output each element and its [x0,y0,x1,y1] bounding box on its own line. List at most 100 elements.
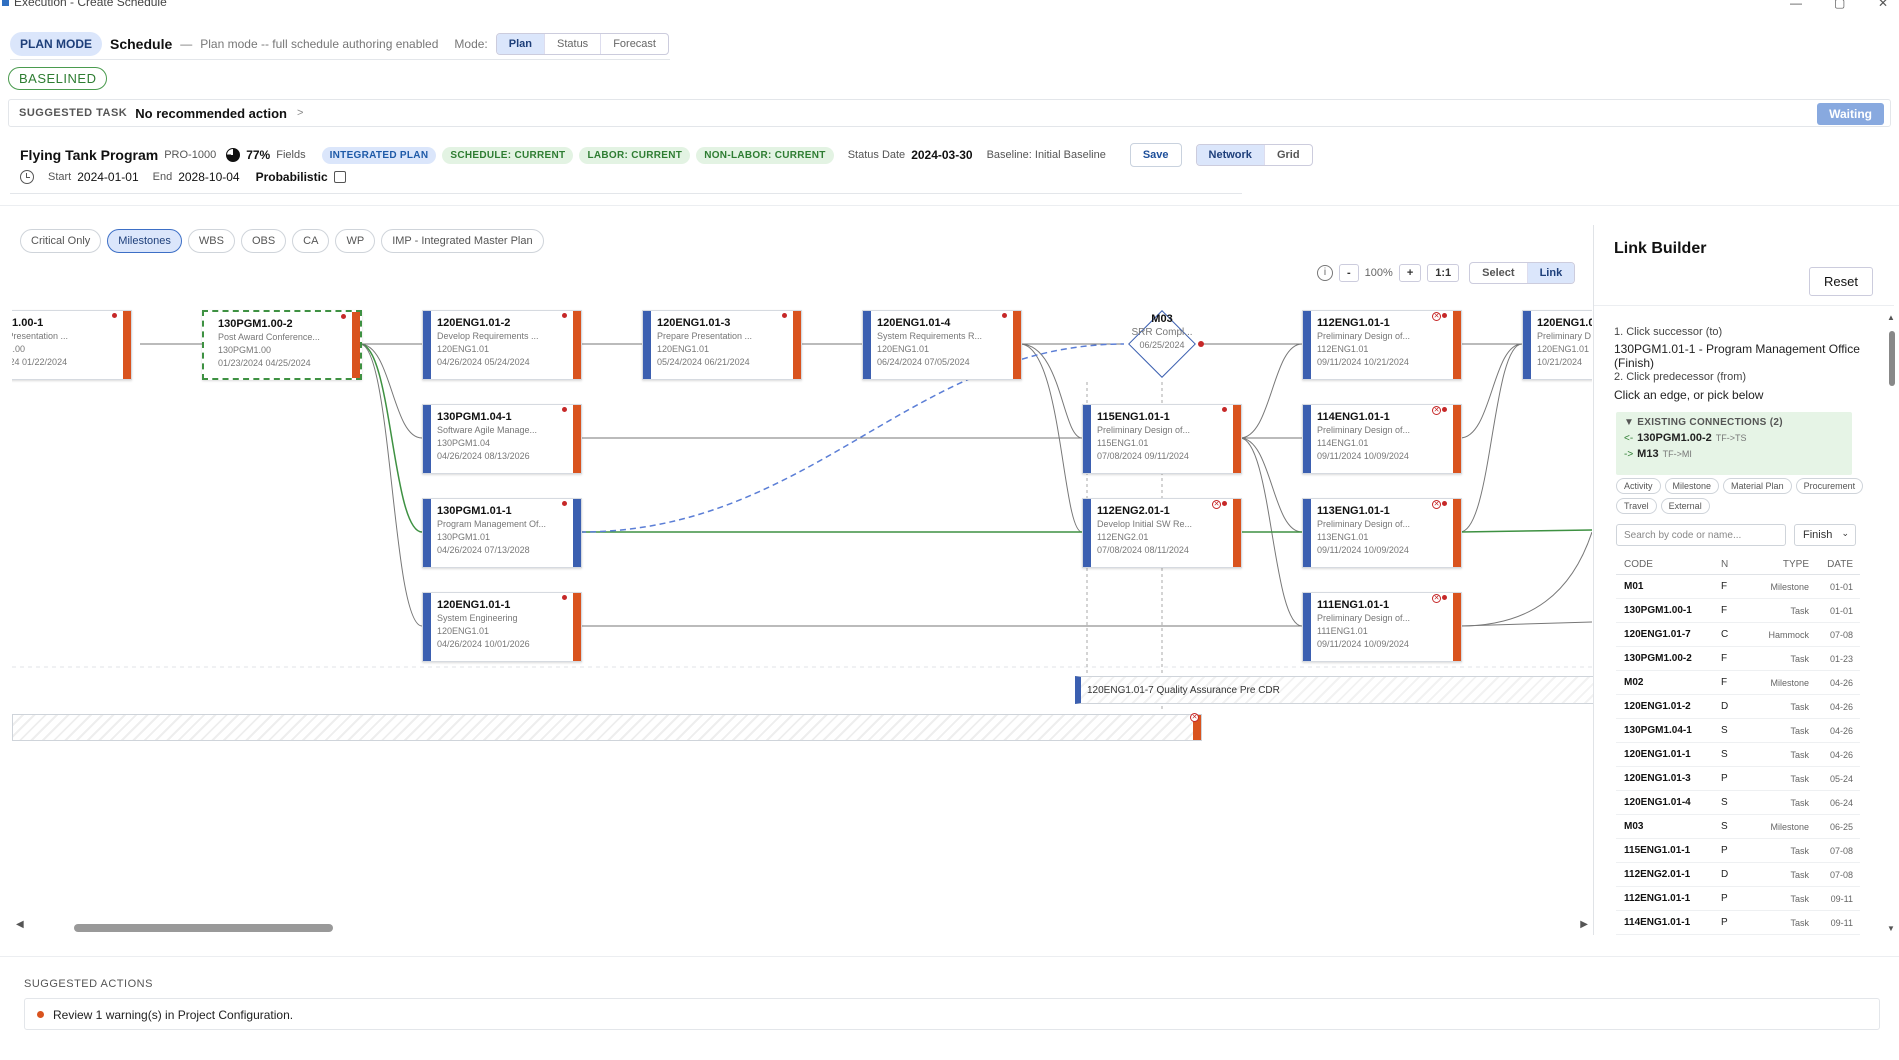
chip-milestone[interactable]: Milestone [1664,478,1720,494]
scroll-up-icon[interactable]: ▲ [1887,313,1895,322]
chip-procurement[interactable]: Procurement [1795,478,1864,494]
zoom-in-button[interactable]: + [1398,264,1422,282]
table-row[interactable]: 120ENG1.01-3 P Task 05-24 [1616,767,1860,791]
activity-node[interactable]: 130PGM1.01-1 Program Management Of... 130P… [422,498,582,568]
activity-node[interactable]: 120ENG1.01-3 Prepare Presentation ... 120E… [642,310,802,380]
activity-node[interactable]: ✕ 111ENG1.01-1 Preliminary Design of... 111… [1302,592,1462,662]
scrollbar-thumb[interactable] [74,924,333,932]
probabilistic-checkbox[interactable] [333,171,346,183]
activity-node[interactable]: ✕ 113ENG1.01-1 Preliminary Design of... 113… [1302,498,1462,568]
table-row[interactable]: 130PGM1.00-1 F Task 01-01 [1616,599,1860,623]
edge[interactable] [1019,343,1083,439]
suggested-action-item[interactable]: Review 1 warning(s) in Project Configura… [24,998,1880,1030]
zoom-out-button[interactable]: - [1339,264,1359,282]
save-button[interactable]: Save [1129,143,1182,167]
table-row[interactable]: 112ENG1.01-1 P Task 09-11 [1616,887,1860,911]
network-view-button[interactable]: Network [1196,145,1264,165]
filter-obs[interactable]: OBS [240,229,287,253]
activity-node[interactable]: PGM1.00-1 pare Presentation ... PGM1.00 01/… [12,310,132,380]
filter-ca[interactable]: CA [292,229,330,253]
filter-wbs[interactable]: WBS [187,229,235,253]
table-row[interactable]: 112ENG2.01-1 D Task 07-08 [1616,863,1860,887]
col-date[interactable]: DATE [1809,559,1859,570]
activity-node[interactable]: 115ENG1.01-1 Preliminary Design of... 115E… [1082,404,1242,474]
chip-travel[interactable]: Travel [1616,498,1657,514]
edge[interactable] [1459,621,1592,627]
edge[interactable] [359,343,423,627]
link-type-select[interactable]: Finish ⌄ [1794,524,1856,546]
hammock-span-bar[interactable]: ✕ [12,713,1202,741]
scroll-right-icon[interactable]: ▶ [1580,919,1588,930]
table-row[interactable]: M02 F Milestone 04-26 [1616,671,1860,695]
col-type[interactable]: TYPE [1751,559,1809,570]
existing-connections[interactable]: ▼ EXISTING CONNECTIONS (2) <- 130PGM1.00-… [1616,412,1852,475]
select-tool-button[interactable]: Select [1470,263,1526,283]
labor-status-badge[interactable]: LABOR: CURRENT [579,146,691,164]
milestone-node[interactable]: M03 SRR Compl... 06/25/2024 [1124,308,1204,380]
close-window-icon[interactable]: ✕ [1878,0,1888,10]
table-row[interactable]: 130PGM1.04-1 S Task 04-26 [1616,719,1860,743]
nonlabor-status-badge[interactable]: NON-LABOR: CURRENT [696,146,834,164]
filter-milestones[interactable]: Milestones [107,229,182,253]
filter-wp[interactable]: WP [335,229,376,253]
activity-node[interactable]: 120ENG1.01-1 System Engineering 120ENG1.01… [422,592,582,662]
mode-plan-button[interactable]: Plan [496,34,544,54]
scroll-left-icon[interactable]: ◀ [16,919,24,930]
horizontal-scrollbar[interactable]: ◀ ▶ [12,919,1592,934]
info-icon[interactable]: i [1317,265,1333,281]
grid-view-button[interactable]: Grid [1263,145,1312,165]
edge[interactable] [1459,343,1523,533]
connection-row[interactable]: <- 130PGM1.00-2 TF->TS [1624,432,1844,444]
table-row[interactable]: 130PGM1.00-2 F Task 01-23 [1616,647,1860,671]
search-input[interactable]: Search by code or name... [1616,524,1786,546]
activity-node[interactable]: 120ENG1.01-2 Develop Requirements ... 120E… [422,310,582,380]
table-row[interactable]: 120ENG1.01-4 S Task 06-24 [1616,791,1860,815]
filter-critical-only[interactable]: Critical Only [20,229,102,253]
filter-imp[interactable]: IMP - Integrated Master Plan [381,229,544,253]
mode-status-button[interactable]: Status [544,34,600,54]
chip-activity[interactable]: Activity [1616,478,1661,494]
edge-selected[interactable] [1459,529,1592,533]
edge[interactable] [359,343,423,439]
activity-node[interactable]: ✕ 114ENG1.01-1 Preliminary Design of... 114… [1302,404,1462,474]
link-tool-button[interactable]: Link [1526,263,1575,283]
edge[interactable] [1459,531,1592,627]
schedule-status-badge[interactable]: SCHEDULE: CURRENT [442,146,574,164]
activity-node[interactable]: ✕ 112ENG1.01-1 Preliminary Design of... 112… [1302,310,1462,380]
col-code[interactable]: CODE [1616,559,1721,570]
scrollbar-thumb[interactable] [1889,331,1895,386]
activity-node-selected[interactable]: 130PGM1.00-2 Post Award Conference... 130P… [202,310,362,380]
edge-selected[interactable] [359,343,423,533]
table-row[interactable]: M03 S Milestone 06-25 [1616,815,1860,839]
table-row[interactable]: M01 F Milestone 01-01 [1616,575,1860,599]
table-row[interactable]: 115ENG1.01-1 P Task 07-08 [1616,839,1860,863]
scroll-down-icon[interactable]: ▼ [1887,924,1895,933]
edge[interactable] [1459,343,1523,439]
mode-forecast-button[interactable]: Forecast [600,34,668,54]
activity-node[interactable]: 120ENG1.01-4 System Requirements R... 120E… [862,310,1022,380]
chip-material-plan[interactable]: Material Plan [1723,478,1792,494]
activity-node[interactable]: ✕ 112ENG2.01-1 Develop Initial SW Re... 112… [1082,498,1242,568]
hammock-bar[interactable]: 120ENG1.01-7 Quality Assurance Pre CDR [1075,676,1595,704]
maximize-icon[interactable]: ▢ [1834,0,1845,10]
edge[interactable] [1239,437,1303,533]
fit-button[interactable]: 1:1 [1427,264,1460,282]
col-n[interactable]: N [1721,559,1751,570]
reset-button[interactable]: Reset [1809,267,1873,296]
waiting-button[interactable]: Waiting [1817,103,1884,125]
connections-header[interactable]: ▼ EXISTING CONNECTIONS (2) [1624,417,1844,428]
minimize-icon[interactable]: — [1790,0,1802,10]
table-row[interactable]: 120ENG1.01-2 D Task 04-26 [1616,695,1860,719]
table-row[interactable]: 120ENG1.01-1 S Task 04-26 [1616,743,1860,767]
vertical-scrollbar[interactable]: ▲ ▼ [1887,313,1897,933]
network-canvas[interactable]: PGM1.00-1 pare Presentation ... PGM1.00 01/… [12,292,1592,740]
activity-node[interactable]: 130PGM1.04-1 Software Agile Manage... 130P… [422,404,582,474]
activity-node[interactable]: 120ENG1.01 Preliminary D 120ENG1.01 10/21/2… [1522,310,1592,380]
table-row[interactable]: 120ENG1.01-7 C Hammock 07-08 [1616,623,1860,647]
integrated-plan-badge[interactable]: INTEGRATED PLAN [321,146,437,164]
chip-external[interactable]: External [1660,498,1710,514]
chevron-right-icon[interactable]: > [297,107,303,119]
edge[interactable] [1239,343,1303,439]
table-row[interactable]: 114ENG1.01-1 P Task 09-11 [1616,911,1860,935]
connection-row[interactable]: -> M13 TF->MI [1624,448,1844,460]
